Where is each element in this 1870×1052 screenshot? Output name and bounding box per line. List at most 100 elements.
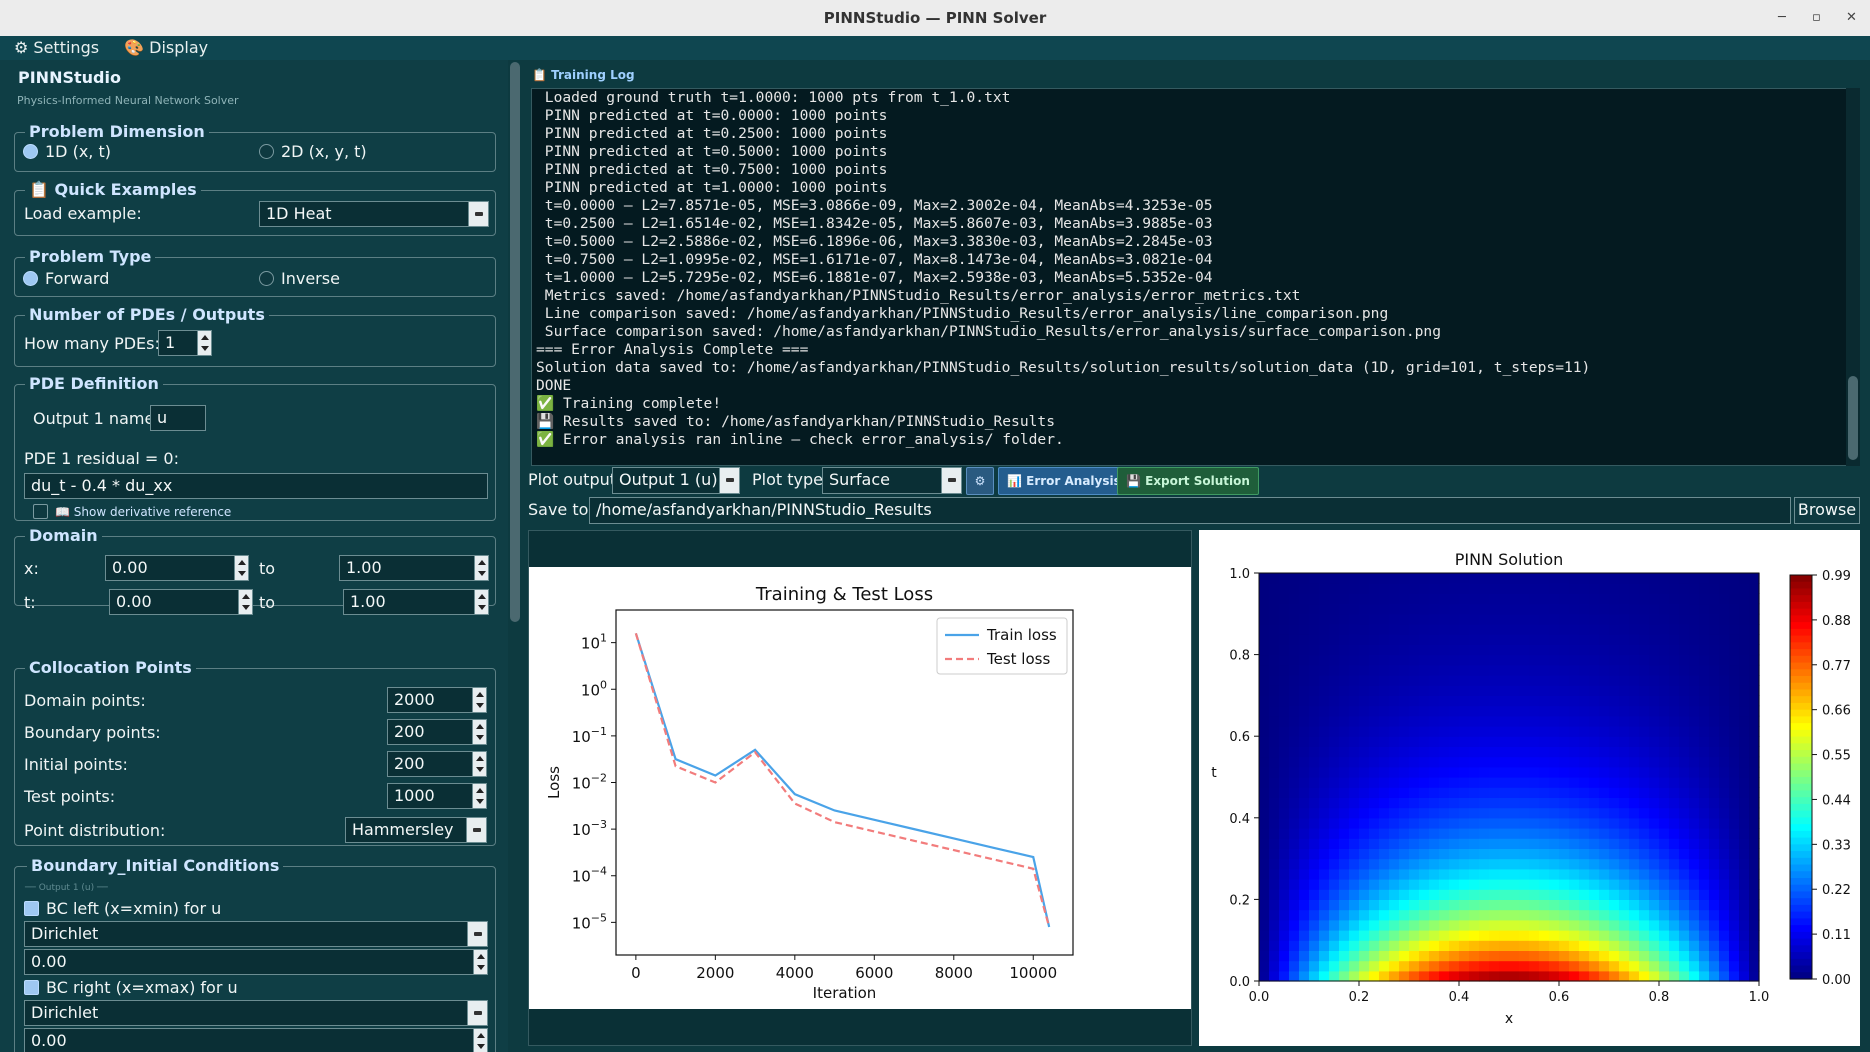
error-analysis-button[interactable]: 📊 Error Analysis — [998, 467, 1130, 495]
spin-arrows-icon[interactable] — [472, 720, 486, 744]
heatmap-cell — [1689, 828, 1700, 839]
menu-display[interactable]: 🎨 Display — [124, 38, 208, 57]
radio-1d[interactable] — [23, 144, 38, 159]
heatmap-cell — [1609, 593, 1620, 605]
colorbar-tick-label: 0.11 — [1822, 928, 1851, 943]
x-min-spinbox[interactable]: 0.00 — [105, 555, 249, 581]
browse-button[interactable]: Browse — [1794, 497, 1860, 524]
heatmap-cell — [1599, 817, 1610, 829]
heatmap-cell — [1259, 828, 1270, 839]
plot-settings-button[interactable]: ⚙ — [966, 467, 994, 495]
heatmap-cell — [1459, 726, 1470, 737]
t-min-spinbox[interactable]: 0.00 — [109, 589, 253, 615]
heatmap-cell — [1479, 930, 1490, 941]
heatmap-cell — [1659, 715, 1670, 727]
spin-arrows-icon[interactable] — [474, 590, 488, 614]
radio-forward[interactable] — [23, 271, 38, 286]
domain-points-spinbox[interactable]: 2000 — [387, 687, 487, 713]
scrollbar-thumb[interactable] — [1848, 376, 1858, 460]
heatmap-cell — [1349, 919, 1360, 931]
heatmap-cell — [1619, 960, 1630, 972]
spin-arrows-icon[interactable] — [474, 556, 488, 580]
t-max-spinbox[interactable]: 1.00 — [343, 589, 489, 615]
bc-right-checkbox[interactable] — [24, 980, 39, 995]
output-name-input[interactable]: u — [150, 405, 206, 431]
load-example-select[interactable]: 1D Heat — [259, 201, 489, 227]
close-icon[interactable]: ✕ — [1846, 0, 1857, 36]
spin-arrows-icon[interactable] — [472, 688, 486, 712]
bc-right-value-spinbox[interactable]: 0.00 — [24, 1028, 488, 1052]
heatmap-cell — [1539, 685, 1550, 696]
bc-left-value-spinbox[interactable]: 0.00 — [24, 949, 488, 975]
point-distribution-select[interactable]: Hammersley — [345, 817, 487, 843]
heatmap-cell — [1429, 624, 1440, 635]
boundary-points-spinbox[interactable]: 200 — [387, 719, 487, 745]
spin-arrows-icon[interactable] — [238, 590, 252, 614]
heatmap-cell — [1319, 817, 1330, 829]
colorbar — [1790, 575, 1812, 980]
heatmap-cell — [1559, 593, 1570, 605]
heatmap-cell — [1629, 889, 1640, 900]
test-points-spinbox[interactable]: 1000 — [387, 783, 487, 809]
heatmap-cell — [1639, 695, 1650, 707]
heatmap-cell — [1699, 858, 1710, 870]
scrollbar-thumb[interactable] — [510, 62, 520, 622]
bc-right-type-select[interactable]: Dirichlet — [24, 1000, 488, 1026]
heatmap-cell — [1739, 644, 1750, 656]
radio-inverse[interactable] — [259, 271, 274, 286]
colorbar-segment — [1790, 904, 1812, 913]
heatmap-cell — [1589, 736, 1600, 747]
plot-output-select[interactable]: Output 1 (u) — [612, 467, 740, 494]
sidebar-scrollbar[interactable] — [508, 60, 522, 1052]
spin-arrows-icon[interactable] — [472, 784, 486, 808]
how-many-pdes-spinbox[interactable]: 1 — [158, 330, 212, 356]
heatmap-cell — [1549, 930, 1560, 941]
heatmap-cell — [1359, 858, 1370, 870]
heatmap-cell — [1349, 828, 1360, 839]
save-path-input[interactable]: /home/asfandyarkhan/PINNStudio_Results — [589, 497, 1791, 524]
spin-arrows-icon[interactable] — [472, 752, 486, 776]
spin-arrows-icon[interactable] — [197, 331, 211, 355]
spin-arrows-icon[interactable] — [234, 556, 248, 580]
heatmap-cell — [1339, 777, 1350, 788]
heatmap-cell — [1389, 634, 1400, 645]
heatmap-cell — [1709, 726, 1720, 737]
heatmap-cell — [1569, 787, 1580, 798]
radio-2d[interactable] — [259, 144, 274, 159]
heatmap-cell — [1569, 675, 1580, 686]
log-scrollbar[interactable] — [1846, 88, 1860, 466]
heatmap-cell — [1499, 817, 1510, 829]
menu-settings[interactable]: ⚙ Settings — [14, 38, 99, 57]
heatmap-cell — [1749, 797, 1760, 809]
heatmap-cell — [1449, 624, 1460, 635]
heatmap-cell — [1699, 817, 1710, 829]
training-log[interactable]: Loaded ground truth t=1.0000: 1000 pts f… — [531, 88, 1851, 466]
x-tick-label: 0.8 — [1649, 990, 1670, 1005]
heatmap-cell — [1479, 583, 1490, 594]
bc-left-type-select[interactable]: Dirichlet — [24, 921, 488, 947]
heatmap-cell — [1279, 726, 1290, 737]
heatmap-cell — [1539, 766, 1550, 778]
initial-points-spinbox[interactable]: 200 — [387, 751, 487, 777]
heatmap-cell — [1459, 695, 1470, 707]
x-max-spinbox[interactable]: 1.00 — [339, 555, 489, 581]
app-title: PINNStudio — [18, 68, 121, 87]
heatmap-cell — [1649, 766, 1660, 778]
export-solution-button[interactable]: 💾 Export Solution — [1117, 467, 1259, 495]
heatmap-cell — [1289, 766, 1300, 778]
show-derivative-checkbox[interactable] — [33, 504, 48, 519]
heatmap-cell — [1739, 573, 1750, 584]
plot-type-select[interactable]: Surface — [822, 467, 962, 494]
heatmap-cell — [1529, 787, 1540, 798]
colorbar-segment — [1790, 743, 1812, 751]
pde-residual-input[interactable]: du_t - 0.4 * du_xx — [24, 473, 488, 499]
heatmap-cell — [1379, 715, 1390, 727]
maximize-icon[interactable]: ▫ — [1812, 0, 1821, 36]
heatmap-cell — [1339, 705, 1350, 717]
spin-arrows-icon[interactable] — [473, 950, 487, 974]
bc-left-checkbox[interactable] — [24, 901, 39, 916]
spin-arrows-icon[interactable] — [473, 1029, 487, 1052]
minimize-icon[interactable]: ─ — [1778, 0, 1786, 36]
heatmap-cell — [1619, 624, 1630, 635]
heatmap-cell — [1399, 960, 1410, 972]
